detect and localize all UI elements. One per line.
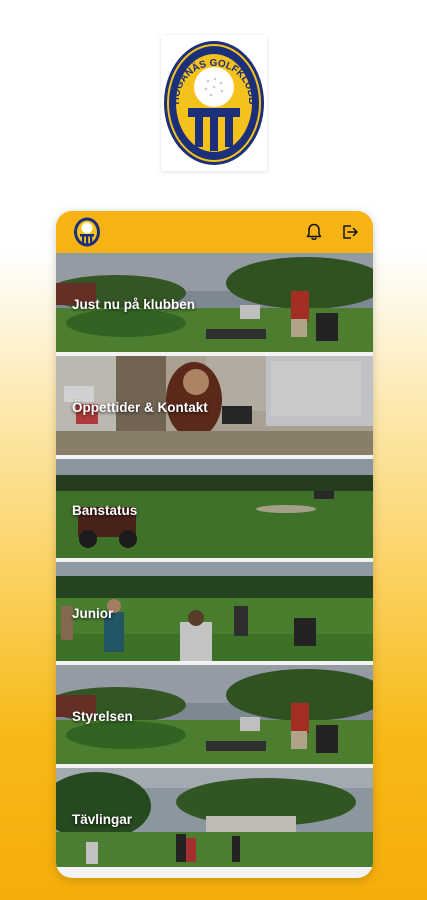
bell-icon[interactable] [304,222,324,242]
club-logo-icon[interactable] [73,217,101,247]
tile-label: Öppettider & Kontakt [72,400,208,415]
menu-tiles: Just nu på klubben Öppettider & Kontakt [56,253,373,867]
tile-label: Banstatus [72,503,138,518]
tile-just-nu[interactable]: Just nu på klubben [56,253,373,352]
tile-tavlingar[interactable]: Tävlingar [56,768,373,867]
tile-label: Just nu på klubben [72,297,196,312]
tile-oppettider[interactable]: Öppettider & Kontakt [56,356,373,455]
club-logo: HÖGANÄS GOLFKLUBB [161,35,267,171]
tile-junior[interactable]: Junior [56,562,373,661]
tile-label: Styrelsen [72,709,133,724]
app-header [56,211,373,253]
club-logo-icon: HÖGANÄS GOLFKLUBB [164,41,264,165]
app-screen: Just nu på klubben Öppettider & Kontakt [56,211,373,878]
tile-label: Junior [72,606,114,621]
tile-label: Tävlingar [72,812,133,827]
tile-styrelsen[interactable]: Styrelsen [56,665,373,764]
tile-banstatus[interactable]: Banstatus [56,459,373,558]
logout-icon[interactable] [340,222,360,242]
